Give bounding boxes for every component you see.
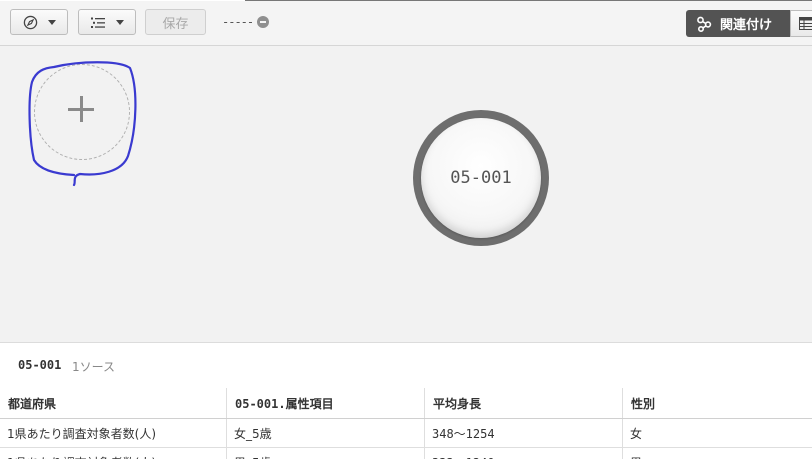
status-indicator: -----	[222, 14, 270, 30]
association-canvas[interactable]: 05-001	[0, 46, 812, 342]
toolbar: 保存 ----- 関連付け	[0, 1, 812, 46]
chevron-down-icon	[116, 19, 124, 25]
status-text: -----	[222, 15, 254, 29]
column-header[interactable]: 都道府県	[0, 388, 227, 418]
source-count: 1ソース	[72, 360, 116, 374]
data-node[interactable]: 05-001	[413, 110, 549, 246]
nodes-link-icon	[697, 16, 712, 32]
table-cell: 男	[623, 448, 812, 459]
source-info-bar: 05-001 1ソース	[0, 342, 812, 389]
table-cell: 1県あたり調査対象者数(人)	[0, 419, 227, 447]
list-icon	[91, 17, 105, 28]
table-header-row: 都道府県 05-001.属性項目 平均身長 性別	[0, 388, 812, 419]
source-name: 05-001	[18, 358, 62, 372]
compass-icon	[23, 15, 37, 29]
data-table: 都道府県 05-001.属性項目 平均身長 性別 1県あたり調査対象者数(人) …	[0, 388, 812, 459]
table-view-button[interactable]	[790, 10, 812, 37]
table-cell: 333〜1240	[425, 448, 623, 459]
column-header[interactable]: 05-001.属性項目	[227, 388, 425, 418]
chevron-down-icon	[47, 19, 56, 25]
annotation-circle	[28, 61, 137, 187]
table-cell: 女	[630, 426, 643, 441]
table-cell: 348〜1254	[425, 419, 623, 447]
associate-button-label: 関連付け	[720, 18, 773, 33]
list-dropdown-button[interactable]	[78, 9, 136, 35]
column-header[interactable]: 平均身長	[425, 388, 623, 418]
table-cell: 男_5歳	[227, 448, 425, 459]
minus-circle-icon	[257, 16, 270, 28]
table-icon	[799, 17, 812, 30]
associate-button[interactable]: 関連付け	[686, 10, 790, 37]
table-row[interactable]: 1県あたり調査対象者数(人) 女_5歳 348〜1254 女	[0, 419, 812, 448]
save-button[interactable]: 保存	[145, 9, 206, 35]
table-row[interactable]: 1県あたり調査対象者数(人) 男_5歳 333〜1240 男	[0, 448, 812, 459]
column-header[interactable]: 性別	[623, 388, 812, 418]
navigation-dropdown-button[interactable]	[10, 9, 68, 35]
table-cell: 女_5歳	[227, 419, 425, 447]
table-cell: 1県あたり調査対象者数(人)	[0, 448, 227, 459]
data-node-label: 05-001	[421, 118, 541, 238]
